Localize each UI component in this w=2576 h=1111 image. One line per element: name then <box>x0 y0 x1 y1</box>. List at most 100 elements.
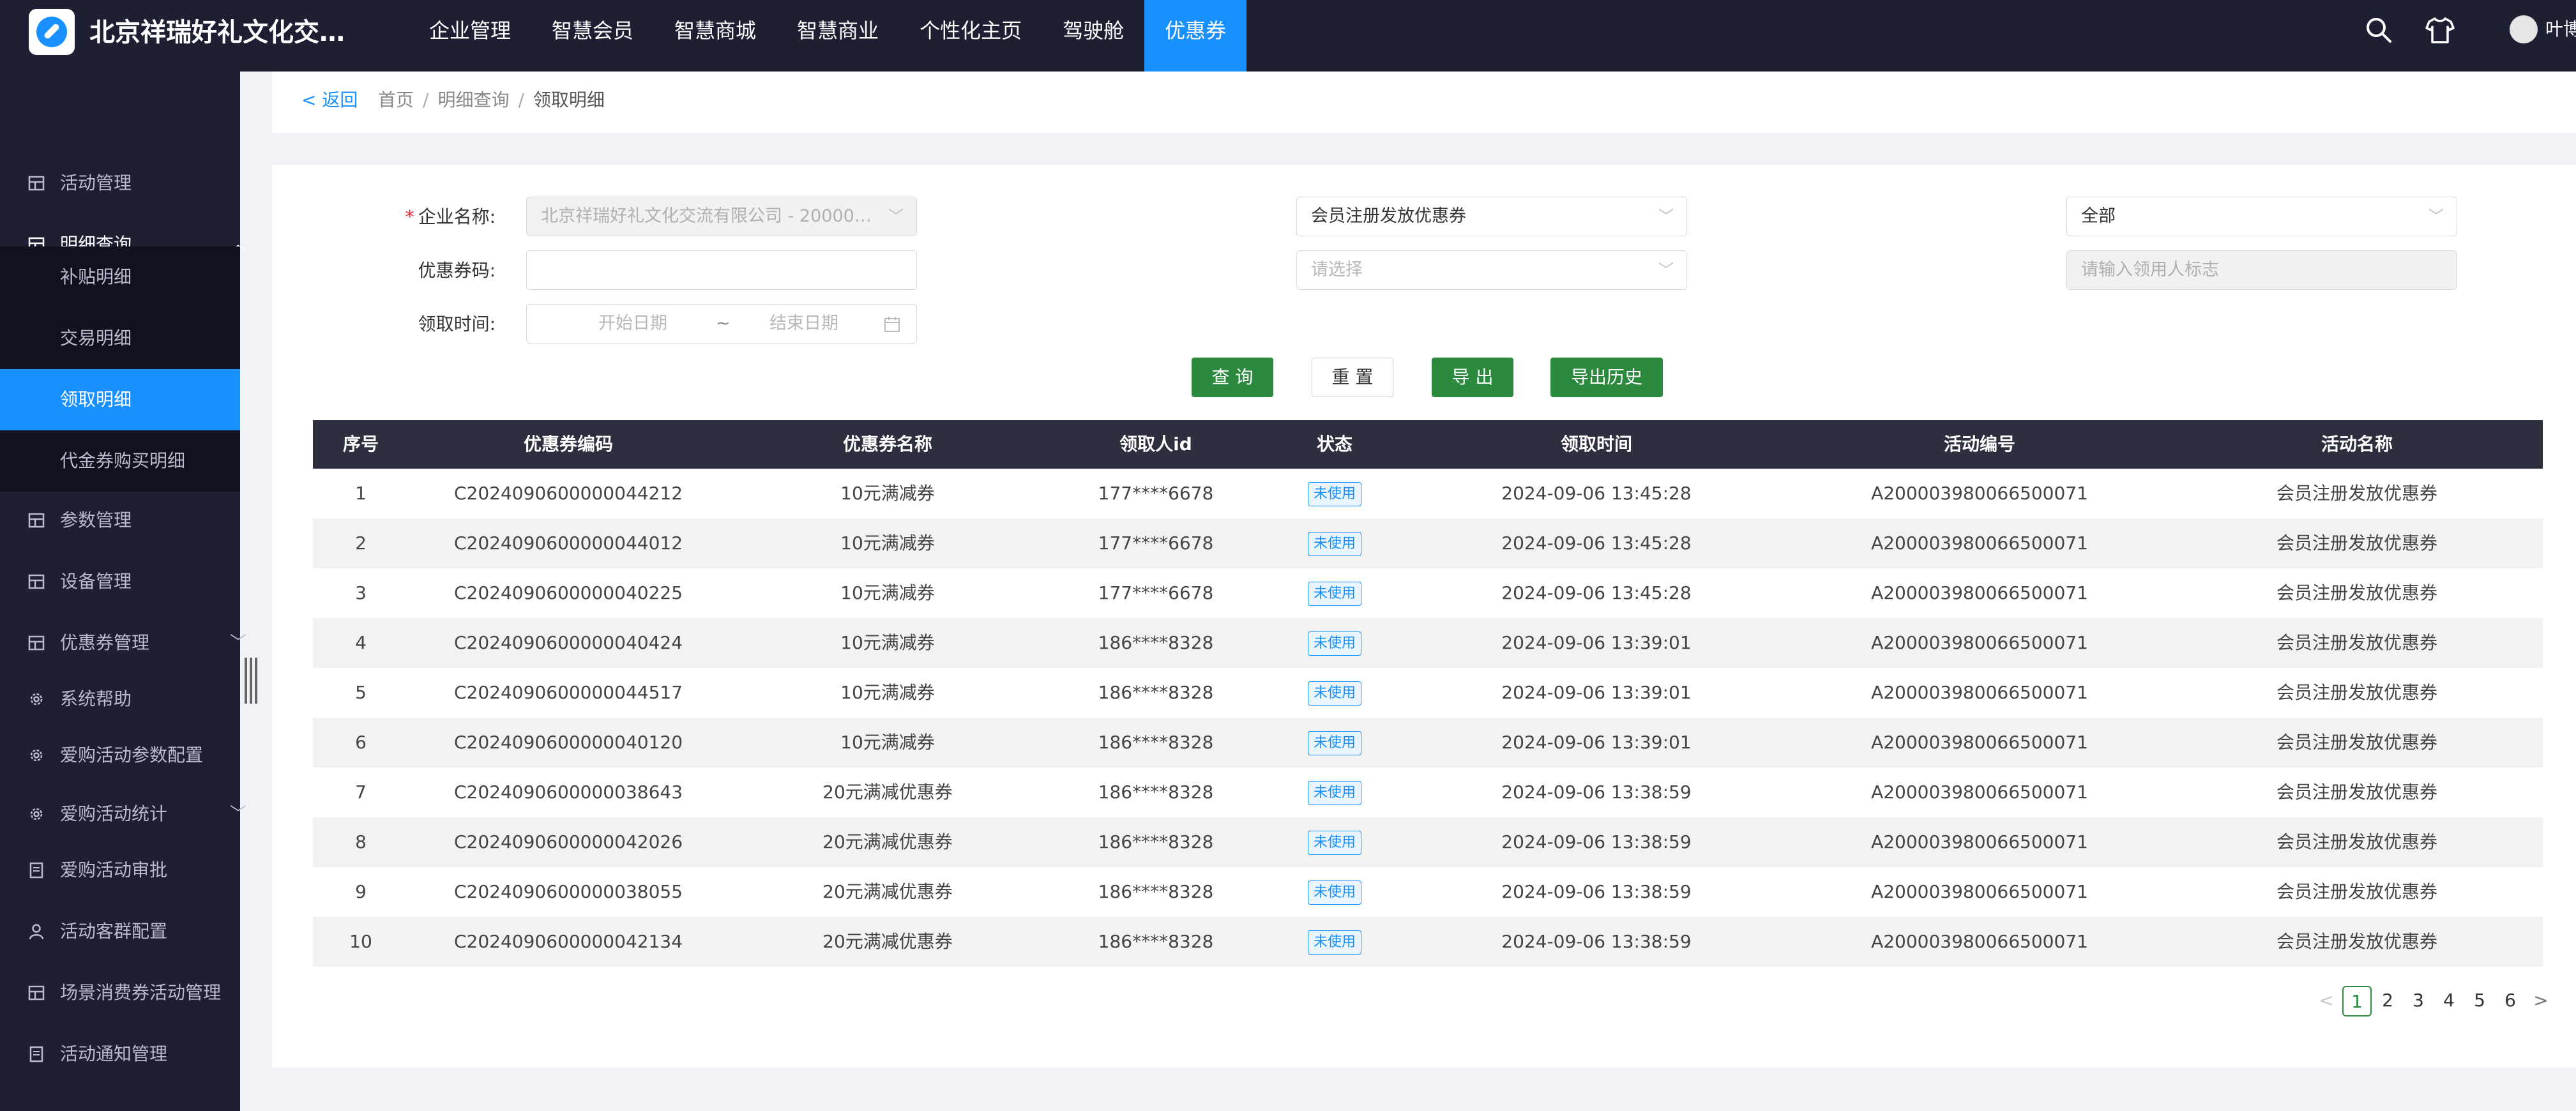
sidebar-item-devices[interactable]: 设备管理 <box>0 553 240 610</box>
cell-no: 3 <box>355 582 367 603</box>
sidebar-item-receive-detail[interactable]: 领取明细 <box>0 369 240 430</box>
cell-receiver-id: 186****8328 <box>1098 682 1214 703</box>
sidebar-item-subsidy-detail[interactable]: 补贴明细 <box>0 246 240 308</box>
nav-homepage[interactable]: 个性化主页 <box>899 0 1042 72</box>
calendar-icon <box>884 317 900 332</box>
nav-coupon[interactable]: 优惠券 <box>1144 0 1247 72</box>
page-4[interactable]: 4 <box>2434 986 2464 1017</box>
cell-receiver-id: 177****6678 <box>1098 533 1214 554</box>
sidebar-resize-handle[interactable] <box>243 658 259 704</box>
shirt-icon[interactable] <box>2424 14 2456 46</box>
coupon-type-select[interactable]: 全部 ﹀ <box>2066 197 2457 236</box>
cell-coupon-name: 10元满减券 <box>840 533 935 554</box>
sidebar-item-voucher-purchase-detail[interactable]: 代金券购买明细 <box>0 430 240 492</box>
cell-receive-time: 2024-09-06 13:39:01 <box>1501 632 1692 653</box>
cell-no: 6 <box>355 732 367 753</box>
table-row: 8 C2024090600000042026 20元满减优惠券 186****8328… <box>313 817 2543 867</box>
username[interactable]: 叶博洋 <box>2545 17 2576 42</box>
breadcrumb-parent[interactable]: 明细查询 <box>437 89 509 110</box>
status-badge: 未使用 <box>1307 781 1361 805</box>
status-badge: 未使用 <box>1307 482 1361 506</box>
table-icon <box>28 513 45 528</box>
activity-select[interactable]: 会员注册发放优惠券 ﹀ <box>1296 197 1687 236</box>
company-select[interactable]: 北京祥瑞好礼文化交流有限公司 - 2000003980 ﹀ <box>526 197 917 236</box>
sidebar: 活动管理 明细查询 ︿ 补贴明细 交易明细 领取明细 代金券购买明细 参数管理 … <box>0 72 246 1111</box>
cell-no: 7 <box>355 782 367 803</box>
sidebar-item-label: 补贴明细 <box>60 266 132 287</box>
cell-no: 5 <box>355 682 367 703</box>
query-button[interactable]: 查 询 <box>1192 358 1273 397</box>
sidebar-item-customer-group[interactable]: 活动客群配置 <box>0 903 240 960</box>
page-5[interactable]: 5 <box>2465 986 2494 1017</box>
sidebar-item-notice[interactable]: 活动通知管理 <box>0 1025 240 1083</box>
nav-smart-mall[interactable]: 智慧商城 <box>654 0 777 72</box>
sidebar-item-label: 爱购活动参数配置 <box>60 744 204 766</box>
sidebar-item-aigou-stats[interactable]: 爱购活动统计 ﹀ <box>0 785 246 843</box>
page-6[interactable]: 6 <box>2496 986 2525 1017</box>
sidebar-item-label: 领取明细 <box>60 389 132 410</box>
receiver-flag-input[interactable]: 请输入领用人标志 <box>2066 250 2457 290</box>
table-icon <box>28 176 45 191</box>
logo-icon[interactable] <box>29 9 75 55</box>
receiver-flag-placeholder: 请输入领用人标志 <box>2081 260 2219 280</box>
table-row: 2 C2024090600000044012 10元满减券 177****6678 未使… <box>313 518 2543 568</box>
search-icon[interactable] <box>2363 14 2395 46</box>
top-nav: 企业管理 智慧会员 智慧商城 智慧商业 个性化主页 驾驶舱 优惠券 <box>409 0 1247 72</box>
receiver-type-select[interactable]: 请选择 ﹀ <box>1296 250 1687 290</box>
nav-cockpit[interactable]: 驾驶舱 <box>1042 0 1144 72</box>
back-link[interactable]: < 返回 <box>301 72 358 129</box>
receive-time-range[interactable]: 开始日期 ~ 结束日期 <box>526 304 917 344</box>
end-date-input[interactable]: 结束日期 <box>769 305 838 343</box>
nav-smart-member[interactable]: 智慧会员 <box>531 0 654 72</box>
export-history-button[interactable]: 导出历史 <box>1550 358 1663 397</box>
col-activity-name: 活动名称 <box>2321 434 2393 455</box>
page-1[interactable]: 1 <box>2342 986 2372 1017</box>
cell-activity-no: A200003980066500071 <box>1871 582 2088 603</box>
sidebar-item-scene-coupon[interactable]: 场景消费券活动管理 <box>0 964 240 1022</box>
nav-smart-business[interactable]: 智慧商业 <box>777 0 899 72</box>
sidebar-item-params[interactable]: 参数管理 <box>0 492 240 549</box>
nav-enterprise[interactable]: 企业管理 <box>409 0 531 72</box>
next-page-button[interactable]: > <box>2526 986 2556 1017</box>
prev-page-button[interactable]: < <box>2312 986 2341 1017</box>
sidebar-item-trade-detail[interactable]: 交易明细 <box>0 308 240 369</box>
cell-receive-time: 2024-09-06 13:38:59 <box>1501 782 1692 803</box>
cell-activity-name: 会员注册发放优惠券 <box>2276 782 2437 803</box>
start-date-input[interactable]: 开始日期 <box>598 305 667 343</box>
page-3[interactable]: 3 <box>2404 986 2433 1017</box>
cell-receive-time: 2024-09-06 13:39:01 <box>1501 682 1692 703</box>
cell-activity-name: 会员注册发放优惠券 <box>2276 582 2437 603</box>
page-2[interactable]: 2 <box>2373 986 2402 1017</box>
cell-activity-no: A200003980066500071 <box>1871 732 2088 753</box>
table-icon <box>28 574 45 589</box>
sidebar-item-label: 爱购活动统计 <box>60 803 168 824</box>
breadcrumb-home[interactable]: 首页 <box>378 89 414 110</box>
avatar[interactable] <box>2510 15 2538 43</box>
cell-no: 10 <box>349 931 372 952</box>
cell-receiver-id: 177****6678 <box>1098 483 1214 504</box>
sidebar-item-label: 代金券购买明细 <box>60 450 186 471</box>
gear-icon <box>30 808 43 820</box>
cell-receive-time: 2024-09-06 13:39:01 <box>1501 732 1692 753</box>
cell-receiver-id: 186****8328 <box>1098 732 1214 753</box>
cell-coupon-name: 20元满减优惠券 <box>822 931 953 952</box>
chevron-down-icon: ﹀ <box>229 805 246 824</box>
cell-status: 未使用 <box>1264 668 1405 718</box>
cell-activity-name: 会员注册发放优惠券 <box>2276 881 2437 902</box>
brand-name: 北京祥瑞好礼文化交流有限公司 <box>89 18 358 47</box>
cell-activity-no: A200003980066500071 <box>1871 782 2088 803</box>
sidebar-item-activity[interactable]: 活动管理 <box>0 155 240 212</box>
cell-coupon-name: 10元满减券 <box>840 483 935 504</box>
sidebar-item-system-help[interactable]: 系统帮助 <box>0 670 240 728</box>
top-right-tools: 叶博洋 <box>2359 0 2576 72</box>
cell-status: 未使用 <box>1264 618 1405 668</box>
cell-no: 1 <box>355 483 367 504</box>
export-button[interactable]: 导 出 <box>1432 358 1513 397</box>
coupon-code-input[interactable] <box>526 250 917 290</box>
reset-button[interactable]: 重 置 <box>1312 358 1393 397</box>
sidebar-item-label: 设备管理 <box>60 571 132 592</box>
sidebar-item-coupon-manage[interactable]: 优惠券管理 ﹀ <box>0 614 246 672</box>
sidebar-item-aigou-params[interactable]: 爱购活动参数配置 <box>0 727 240 784</box>
sidebar-item-aigou-approval[interactable]: 爱购活动审批 <box>0 842 240 899</box>
company-label: * 企业名称: <box>405 206 496 227</box>
